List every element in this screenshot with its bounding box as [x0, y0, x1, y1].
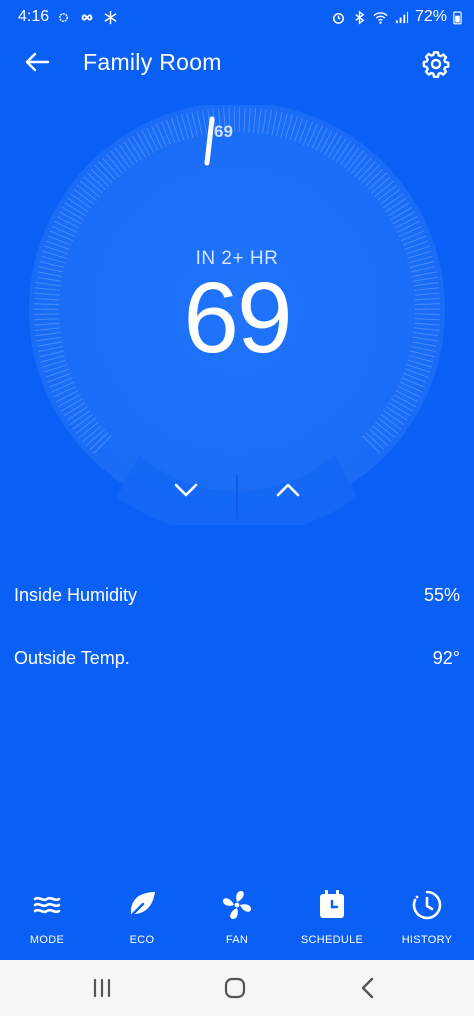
leaf-icon [126, 892, 155, 921]
history-icon [412, 890, 442, 920]
home-icon [224, 977, 246, 999]
nav-history-label: HISTORY [401, 934, 453, 946]
nav-history[interactable]: HISTORY [382, 880, 472, 952]
battery-icon [453, 11, 462, 24]
header: Family Room [0, 34, 474, 90]
page-title: Family Room [83, 49, 222, 75]
nav-mode-label: MODE [29, 934, 65, 946]
system-back-button[interactable] [338, 970, 398, 1006]
home-button[interactable] [205, 970, 265, 1006]
bottom-nav: MODE ECO FAN SCHEDULE HISTORY [0, 880, 474, 960]
nav-schedule[interactable]: SCHEDULE [287, 880, 377, 952]
system-nav-bar [0, 960, 474, 1016]
settings-button[interactable] [418, 46, 454, 82]
nav-mode[interactable]: MODE [2, 880, 92, 952]
mode-icon [33, 896, 61, 914]
arrow-left-icon [25, 52, 50, 72]
recents-icon [93, 978, 111, 998]
outside-temp-value: 92° [432, 647, 460, 668]
infinity-icon [81, 13, 93, 21]
nav-eco[interactable]: ECO [97, 880, 187, 952]
calendar-icon [320, 890, 344, 918]
signal-icon [395, 11, 409, 23]
nav-fan-label: FAN [225, 934, 249, 946]
fan-icon [223, 891, 251, 919]
chevron-up-icon [276, 483, 300, 497]
setpoint-temp: 69 [183, 262, 292, 374]
target-temp-marker: 69 [214, 122, 233, 141]
nav-schedule-label: SCHEDULE [300, 934, 364, 946]
alarm-icon [333, 12, 344, 24]
status-time: 4:16 [18, 8, 50, 25]
outside-temp-label: Outside Temp. [14, 647, 130, 668]
gear-icon [422, 51, 450, 78]
temp-down-button[interactable] [138, 458, 234, 522]
sun-icon [59, 12, 69, 22]
back-button[interactable] [18, 46, 56, 78]
chevron-down-icon [174, 483, 198, 497]
status-bar: 4:16 72% [0, 0, 474, 34]
nav-eco-label: ECO [129, 934, 155, 946]
temp-up-button[interactable] [240, 458, 336, 522]
outside-temp-row: Outside Temp. 92° [14, 643, 460, 673]
snowflake-icon [104, 10, 117, 24]
nav-fan[interactable]: FAN [192, 880, 282, 952]
bluetooth-icon [355, 9, 365, 25]
status-right: 72% [331, 8, 462, 26]
humidity-value: 55% [423, 584, 460, 605]
recents-button[interactable] [72, 970, 132, 1006]
humidity-label: Inside Humidity [14, 584, 138, 605]
chevron-left-icon [361, 977, 374, 999]
humidity-row: Inside Humidity 55% [14, 580, 460, 610]
battery-percent: 72% [414, 8, 447, 25]
wifi-icon [373, 11, 388, 24]
status-left: 4:16 [18, 8, 118, 26]
